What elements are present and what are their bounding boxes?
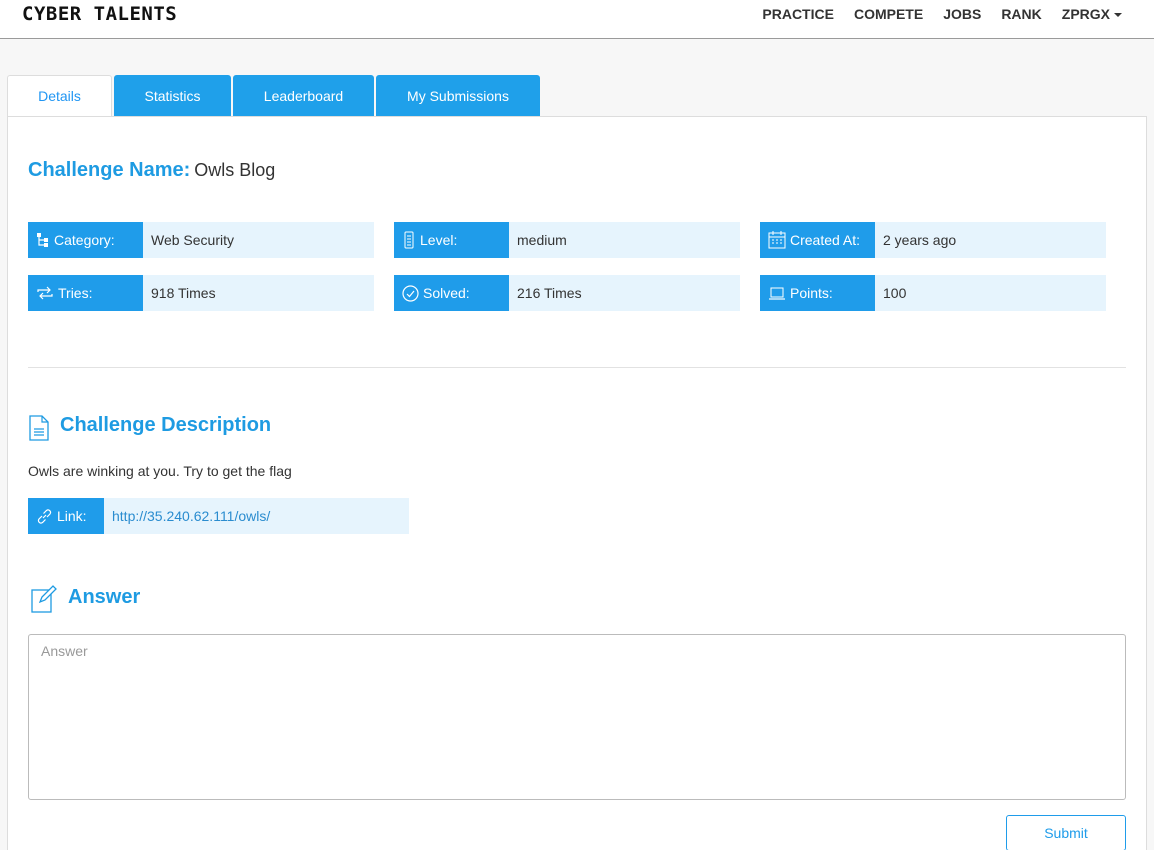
nav-practice[interactable]: PRACTICE (762, 6, 834, 22)
link-label: Link: (57, 508, 87, 524)
document-icon (29, 415, 49, 441)
points-value: 100 (875, 275, 1106, 311)
level-value: medium (509, 222, 740, 258)
sitemap-icon (37, 233, 48, 247)
laptop-icon (769, 287, 785, 300)
description-text: Owls are winking at you. Try to get the … (28, 463, 292, 479)
nav-jobs[interactable]: JOBS (943, 6, 981, 22)
points-info: Points: 100 (760, 275, 1106, 311)
solved-info: Solved: 216 Times (394, 275, 740, 311)
tries-value: 918 Times (143, 275, 374, 311)
check-circle-icon (402, 284, 419, 302)
points-label: Points: (790, 285, 833, 301)
tries-label: Tries: (58, 285, 93, 301)
challenge-link[interactable]: http://35.240.62.111/owls/ (104, 498, 409, 534)
user-name: ZPRGX (1061, 6, 1110, 22)
tab-bar: Details Statistics Leaderboard My Submis… (7, 75, 540, 117)
link-info: Link: http://35.240.62.111/owls/ (28, 498, 409, 534)
created-label: Created At: (790, 232, 861, 248)
tab-my-submissions[interactable]: My Submissions (376, 75, 540, 117)
link-label-box: Link: (28, 498, 104, 534)
created-info: Created At: 2 years ago (760, 222, 1106, 258)
tab-statistics[interactable]: Statistics (114, 75, 231, 117)
points-label-box: Points: (760, 275, 875, 311)
category-value: Web Security (143, 222, 374, 258)
repeat-icon (37, 286, 53, 300)
edit-icon (31, 585, 57, 613)
link-icon (37, 508, 52, 524)
challenge-name-label: Challenge Name: (28, 159, 191, 181)
section-divider (28, 367, 1126, 368)
created-label-box: Created At: (760, 222, 875, 258)
tab-leaderboard[interactable]: Leaderboard (233, 75, 374, 117)
tab-details[interactable]: Details (7, 75, 112, 117)
top-navbar: CYBER TALENTS PRACTICE COMPETE JOBS RANK… (0, 0, 1154, 39)
solved-label-box: Solved: (394, 275, 509, 311)
submit-button[interactable]: Submit (1006, 815, 1126, 850)
level-icon (404, 231, 414, 249)
solved-label: Solved: (423, 285, 470, 301)
category-label-box: Category: (28, 222, 143, 258)
nav-rank[interactable]: RANK (1001, 6, 1041, 22)
solved-value: 216 Times (509, 275, 740, 311)
created-value: 2 years ago (875, 222, 1106, 258)
site-logo[interactable]: CYBER TALENTS (22, 3, 177, 25)
category-info: Category: Web Security (28, 222, 374, 258)
description-title: Challenge Description (60, 414, 272, 436)
category-label: Category: (54, 232, 115, 248)
nav-compete[interactable]: COMPETE (854, 6, 923, 22)
user-menu[interactable]: ZPRGX (1062, 6, 1122, 22)
calendar-icon (768, 231, 786, 249)
tries-label-box: Tries: (28, 275, 143, 311)
details-panel: Challenge Name: Owls Blog Category: Web S… (7, 116, 1147, 850)
answer-title: Answer (68, 586, 141, 608)
level-info: Level: medium (394, 222, 740, 258)
tries-info: Tries: 918 Times (28, 275, 374, 311)
answer-input[interactable] (28, 634, 1126, 800)
challenge-name: Challenge Name: Owls Blog (28, 159, 275, 182)
level-label-box: Level: (394, 222, 509, 258)
level-label: Level: (420, 232, 458, 248)
caret-down-icon (1114, 13, 1122, 18)
main-nav: PRACTICE COMPETE JOBS RANK ZPRGX (762, 6, 1122, 22)
challenge-name-value: Owls Blog (194, 160, 276, 180)
